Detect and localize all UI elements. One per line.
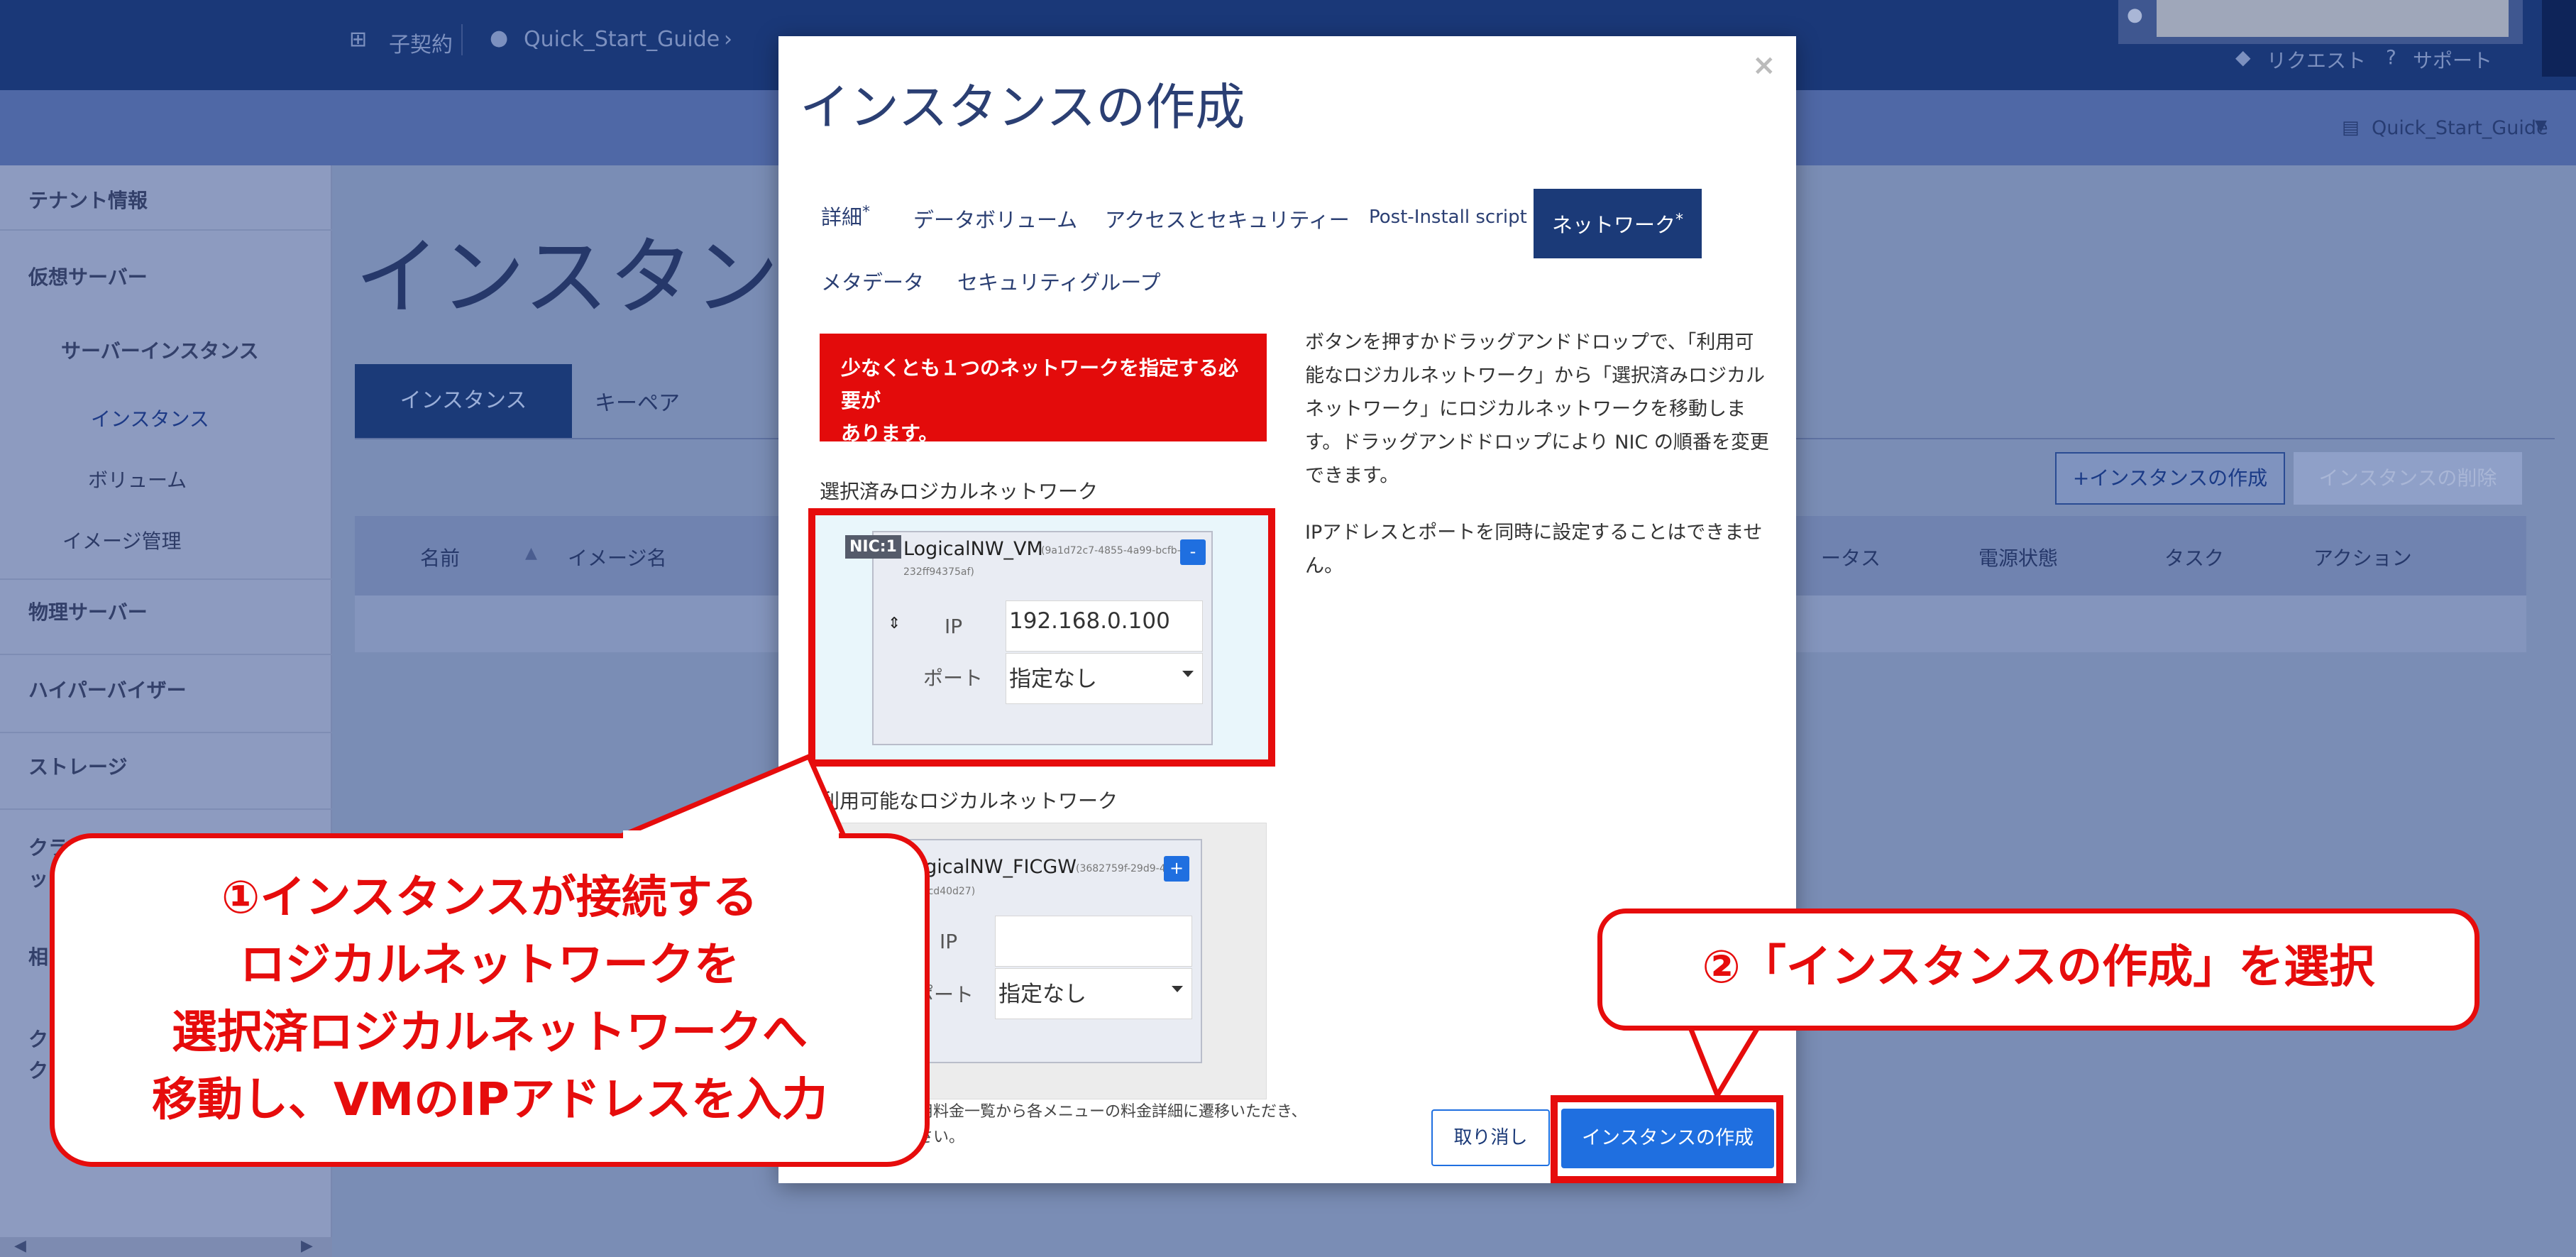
instruction-callout-1-text: ①インスタンスが接続する ロジカルネットワークを 選択済ロジカルネットワークへ …: [50, 864, 930, 1134]
callout1-tail-join: [623, 830, 839, 840]
callout-line: ロジカルネットワークを: [240, 939, 739, 992]
callout-line: 移動し、VMのIPアドレスを入力: [152, 1074, 827, 1126]
callout-line: 選択済ロジカルネットワークへ: [172, 1006, 808, 1059]
instruction-callout-2-text: ②「インスタンスの作成」を選択: [1702, 941, 2375, 994]
callout-line: ①インスタンスが接続する: [221, 872, 758, 924]
